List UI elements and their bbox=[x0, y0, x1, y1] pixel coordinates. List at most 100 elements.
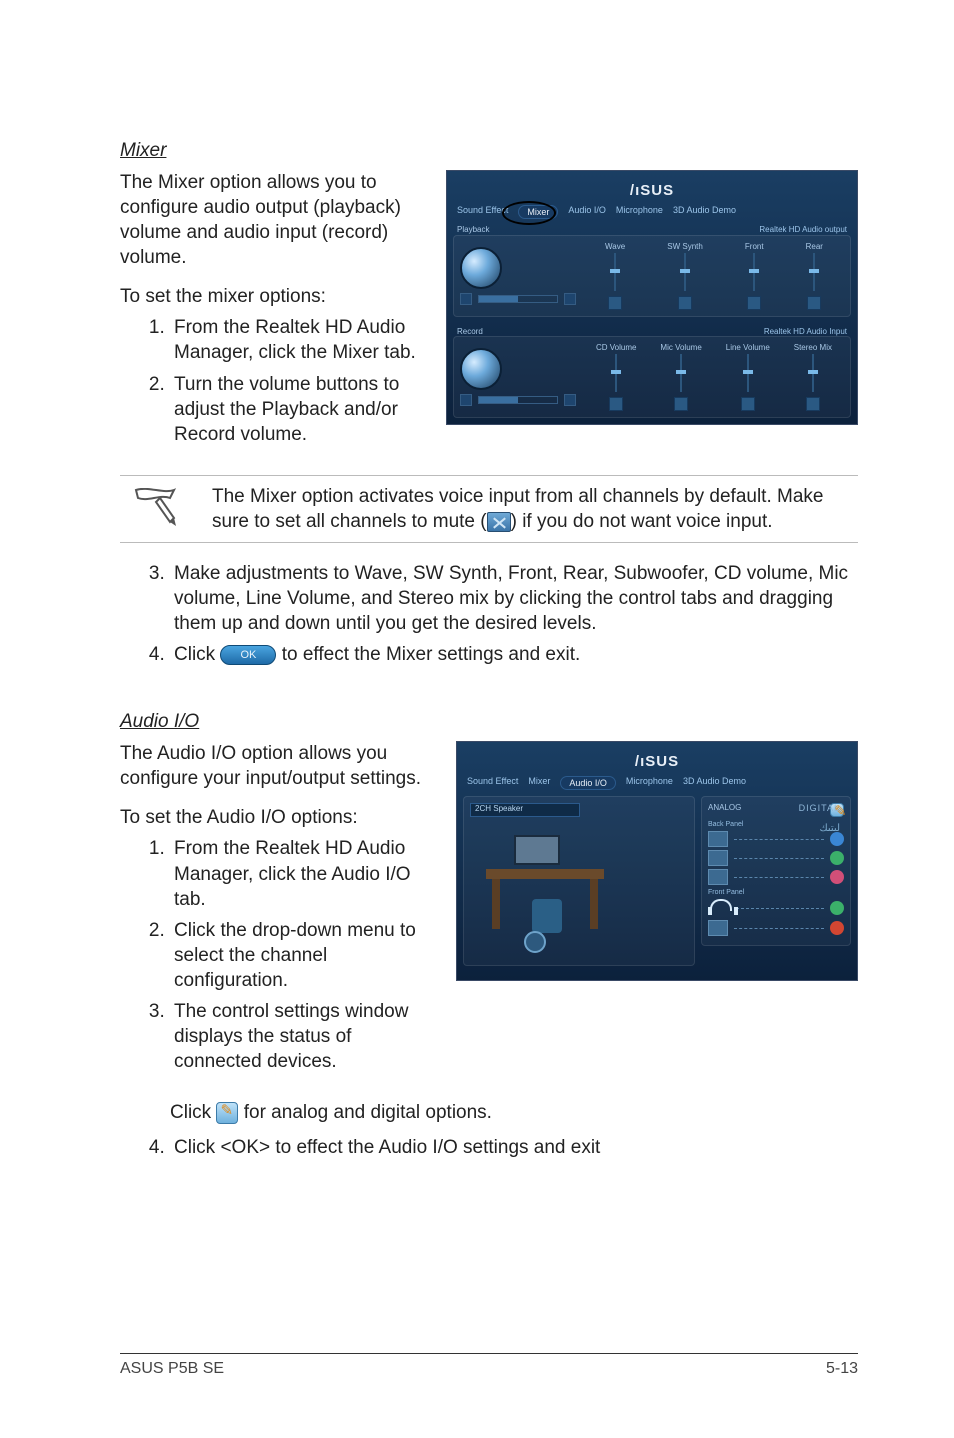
slider-swsynth-label: SW Synth bbox=[667, 242, 703, 251]
asus-brand-2: /ıSUS bbox=[635, 753, 679, 770]
jack-panel: ANALOG Back Panel Front Panel DIGITAL لى… bbox=[701, 796, 851, 966]
jack-blue-dot[interactable] bbox=[830, 832, 844, 846]
audioio-step3-line1: The control settings window displays the… bbox=[174, 1001, 408, 1072]
analog-label: ANALOG bbox=[708, 803, 741, 817]
wrench-icon bbox=[216, 1102, 238, 1124]
mixer-body: Playback Realtek HD Audio output bbox=[453, 225, 851, 418]
mute-front[interactable] bbox=[747, 296, 761, 310]
mixer-screenshot: /ıSUS Sound Effect Mixer Audio I/O Micro… bbox=[446, 170, 858, 425]
mute-stereomix[interactable] bbox=[806, 397, 820, 411]
record-volume-knob[interactable] bbox=[460, 348, 502, 390]
tab2-mixer[interactable]: Mixer bbox=[528, 776, 550, 790]
record-mute-left[interactable] bbox=[460, 394, 472, 406]
headphone-icon bbox=[708, 899, 730, 917]
front-panel-label: Front Panel bbox=[708, 889, 844, 896]
audioio-intro-row: The Audio I/O option allows you configur… bbox=[120, 741, 858, 1088]
audioio-step-list-a: From the Realtek HD Audio Manager, click… bbox=[120, 836, 440, 1074]
jack-pink-dot[interactable] bbox=[830, 870, 844, 884]
monitor-icon bbox=[514, 835, 560, 865]
audioio-step-4: Click <OK> to effect the Audio I/O setti… bbox=[170, 1135, 858, 1160]
mute-wave[interactable] bbox=[608, 296, 622, 310]
tab2-microphone[interactable]: Microphone bbox=[626, 776, 673, 790]
playback-sliders: Wave SW Synth Front bbox=[584, 242, 844, 310]
jack-green-dot[interactable] bbox=[830, 851, 844, 865]
mixer-step4-pre: Click bbox=[174, 644, 220, 665]
mixer-note-text: The Mixer option activates voice input f… bbox=[212, 484, 854, 534]
mute-swsynth[interactable] bbox=[678, 296, 692, 310]
mixer-note: The Mixer option activates voice input f… bbox=[120, 475, 858, 543]
page: Mixer The Mixer option allows you to con… bbox=[0, 0, 954, 1438]
channel-dropdown[interactable]: 2CH Speaker bbox=[470, 803, 580, 817]
slider-wave-label: Wave bbox=[605, 242, 625, 251]
mixer-step-2: Turn the volume buttons to adjust the Pl… bbox=[170, 372, 430, 447]
mute-rear[interactable] bbox=[807, 296, 821, 310]
slider-wave[interactable]: Wave bbox=[605, 242, 625, 310]
mute-mic[interactable] bbox=[674, 397, 688, 411]
tab2-3ddemo[interactable]: 3D Audio Demo bbox=[683, 776, 746, 790]
mixer-step-3: Make adjustments to Wave, SW Synth, Fron… bbox=[170, 561, 858, 636]
playback-mute-right[interactable] bbox=[564, 293, 576, 305]
slider-front[interactable]: Front bbox=[745, 242, 764, 310]
playback-balance-bar[interactable] bbox=[478, 295, 558, 303]
playback-mute-left[interactable] bbox=[460, 293, 472, 305]
table-leg-l bbox=[492, 879, 500, 929]
page-footer: ASUS P5B SE 5-13 bbox=[120, 1353, 858, 1378]
jack-red-dot[interactable] bbox=[830, 921, 844, 935]
mixer-step4-post: to effect the Mixer settings and exit. bbox=[276, 644, 580, 665]
mute-icon bbox=[487, 512, 511, 532]
playback-row: Wave SW Synth Front bbox=[453, 235, 851, 317]
record-mute-right[interactable] bbox=[564, 394, 576, 406]
slider-cd-label: CD Volume bbox=[596, 343, 636, 352]
slider-line[interactable]: Line Volume bbox=[726, 343, 770, 411]
mute-line[interactable] bbox=[741, 397, 755, 411]
slider-rear-label: Rear bbox=[806, 242, 823, 251]
audioio-intro-para: The Audio I/O option allows you configur… bbox=[120, 741, 440, 791]
footer-left: ASUS P5B SE bbox=[120, 1360, 224, 1378]
audioio-step3-trail: Click for analog and digital options. bbox=[120, 1100, 858, 1125]
slider-stereomix[interactable]: Stereo Mix bbox=[794, 343, 832, 411]
realtek-script: لىتىك bbox=[819, 823, 840, 834]
audioio-step-list-b: Click <OK> to effect the Audio I/O setti… bbox=[120, 1135, 858, 1160]
mixer-heading: Mixer bbox=[120, 140, 858, 162]
jack-front-hp bbox=[708, 899, 844, 917]
mixer-lead: To set the mixer options: bbox=[120, 284, 430, 309]
tab2-audioio[interactable]: Audio I/O bbox=[560, 776, 616, 790]
note-pencil-icon bbox=[130, 488, 178, 528]
mixer-note-post: ) if you do not want voice input. bbox=[511, 511, 773, 532]
record-device: Realtek HD Audio Input bbox=[764, 327, 847, 337]
jack-green-dot-2[interactable] bbox=[830, 901, 844, 915]
record-sliders: CD Volume Mic Volume bbox=[584, 343, 844, 411]
audioio-intro-text: The Audio I/O option allows you configur… bbox=[120, 741, 440, 1088]
slider-swsynth[interactable]: SW Synth bbox=[667, 242, 703, 310]
mixer-fig-header: /ıSUS bbox=[453, 177, 851, 203]
table-leg-r bbox=[590, 879, 598, 929]
mixer-intro-text: The Mixer option allows you to configure… bbox=[120, 170, 430, 461]
record-label: Record bbox=[457, 327, 483, 337]
audioio-screenshot: /ıSUS Sound Effect Mixer Audio I/O Micro… bbox=[456, 741, 858, 981]
mixer-step-list-a: From the Realtek HD Audio Manager, click… bbox=[120, 315, 430, 446]
tab2-soundeffect[interactable]: Sound Effect bbox=[467, 776, 518, 790]
asus-brand: /ıSUS bbox=[630, 182, 674, 199]
slider-mic[interactable]: Mic Volume bbox=[660, 343, 701, 411]
mixer-section: Mixer The Mixer option allows you to con… bbox=[120, 140, 858, 667]
slider-rear[interactable]: Rear bbox=[806, 242, 823, 310]
slider-stereomix-label: Stereo Mix bbox=[794, 343, 832, 352]
playback-balance-row bbox=[460, 293, 576, 305]
audioio-step-1: From the Realtek HD Audio Manager, click… bbox=[170, 836, 440, 911]
slider-cd[interactable]: CD Volume bbox=[596, 343, 636, 411]
audioio-step3-pre: Click bbox=[170, 1102, 216, 1123]
ok-button-icon: OK bbox=[220, 645, 276, 665]
tab-microphone[interactable]: Microphone bbox=[616, 205, 663, 219]
jack-linein-icon bbox=[708, 831, 728, 847]
mixer-tab-highlight-circle bbox=[502, 201, 556, 225]
audioio-section: Audio I/O The Audio I/O option allows yo… bbox=[120, 711, 858, 1160]
room-illustration bbox=[486, 843, 606, 933]
tab-soundeffect[interactable]: Sound Effect bbox=[457, 205, 508, 219]
record-balance-bar[interactable] bbox=[478, 396, 558, 404]
playback-volume-knob[interactable] bbox=[460, 247, 502, 289]
tab-3ddemo[interactable]: 3D Audio Demo bbox=[673, 205, 736, 219]
mute-cd[interactable] bbox=[609, 397, 623, 411]
tab-audioio[interactable]: Audio I/O bbox=[568, 205, 606, 219]
jack-lineout-icon bbox=[708, 850, 728, 866]
audioio-step-2: Click the drop-down menu to select the c… bbox=[170, 918, 440, 993]
